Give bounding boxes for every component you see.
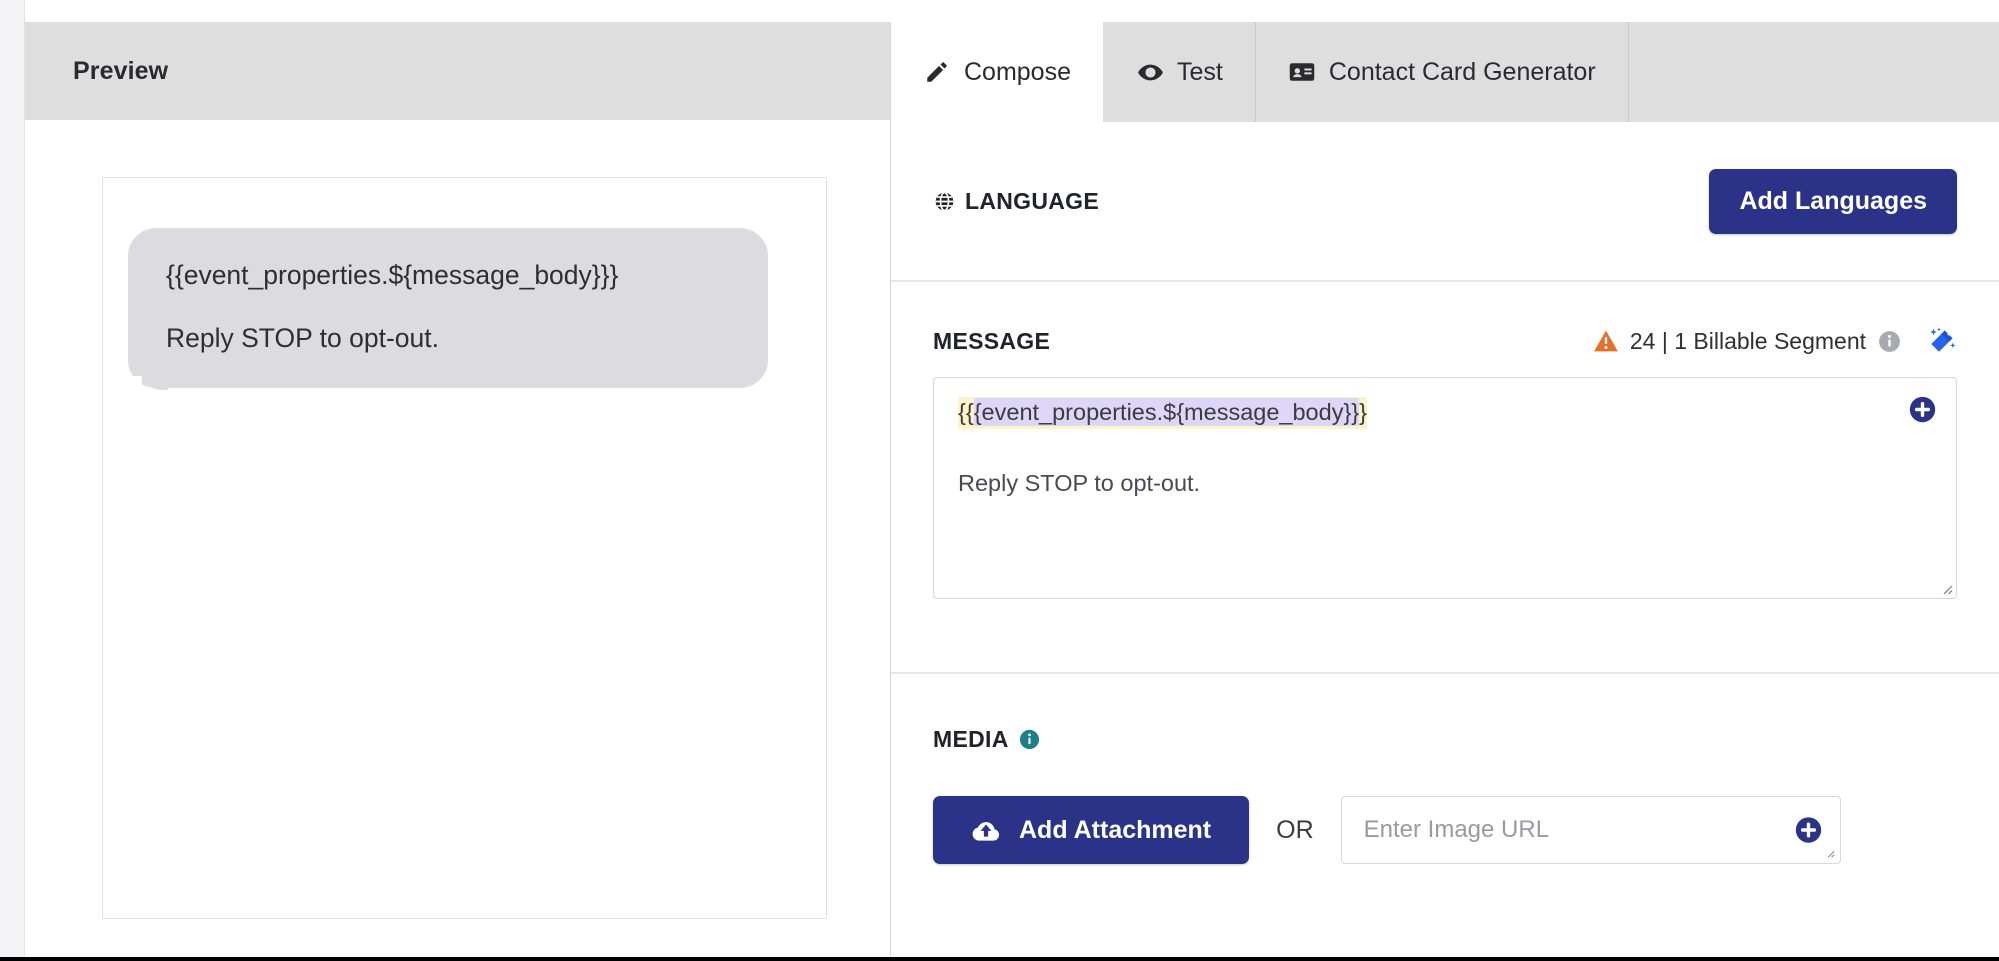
url-field-resize-handle[interactable]: [1822, 845, 1838, 861]
tab-compose[interactable]: Compose: [891, 22, 1104, 122]
or-separator-label: OR: [1276, 816, 1314, 845]
token-prefix: {{: [958, 399, 974, 425]
language-section: LANGUAGE Add Languages: [891, 122, 1999, 282]
tab-bar-filler: [1629, 22, 1999, 122]
add-languages-button[interactable]: Add Languages: [1709, 169, 1957, 234]
tab-contact-card-generator-label: Contact Card Generator: [1329, 58, 1596, 87]
top-strip: [25, 0, 1999, 22]
preview-message-bubble-wrapper: {{event_properties.${message_body}}} Rep…: [128, 228, 768, 388]
message-meta-group: 24 | 1 Billable Segment: [1593, 326, 1957, 356]
language-label: LANGUAGE: [965, 188, 1099, 215]
message-label: MESSAGE: [933, 328, 1050, 355]
preview-panel: Preview {{event_properties.${message_bod…: [25, 22, 890, 957]
compose-panel: Compose Test: [890, 22, 1999, 957]
language-section-header: LANGUAGE Add Languages: [933, 169, 1957, 234]
globe-icon: [933, 190, 956, 213]
bubble-line-template-variable: {{event_properties.${message_body}}}: [166, 261, 732, 291]
bubble-tail-icon: [128, 376, 168, 402]
message-body-textarea[interactable]: {{{event_properties.${message_body}}} Re…: [933, 377, 1957, 599]
message-section-header: MESSAGE 24 | 1 Billable Segment: [933, 326, 1957, 356]
image-url-input[interactable]: [1362, 815, 1778, 845]
preview-body: {{event_properties.${message_body}}} Rep…: [25, 120, 890, 957]
plus-circle-icon-message[interactable]: [1908, 395, 1937, 424]
upload-cloud-icon: [971, 817, 1001, 843]
add-attachment-button[interactable]: Add Attachment: [933, 796, 1249, 864]
message-section: MESSAGE 24 | 1 Billable Segment: [891, 282, 1999, 674]
media-row: Add Attachment OR: [933, 796, 1957, 864]
language-label-group: LANGUAGE: [933, 188, 1099, 215]
tab-bar: Compose Test: [891, 22, 1999, 122]
token-inner: {event_properties.${message_body}}: [974, 398, 1359, 426]
template-token-highlight: {{{event_properties.${message_body}}}: [958, 397, 1367, 429]
preview-card: {{event_properties.${message_body}}} Rep…: [102, 177, 827, 919]
contact-card-icon: [1288, 58, 1316, 86]
plus-circle-icon-media[interactable]: [1794, 816, 1823, 845]
page-title: Preview: [73, 57, 168, 86]
media-section: MEDIA Add: [891, 674, 1999, 956]
left-gutter: [0, 0, 25, 957]
eye-icon: [1136, 58, 1164, 86]
media-label-group: MEDIA: [933, 726, 1957, 753]
compose-message-screen: Preview {{event_properties.${message_bod…: [0, 0, 1999, 961]
tab-test-label: Test: [1177, 58, 1223, 87]
bubble-line-optout: Reply STOP to opt-out.: [166, 324, 732, 354]
tab-test[interactable]: Test: [1104, 22, 1256, 122]
message-label-group: MESSAGE: [933, 328, 1050, 355]
warning-triangle-icon: [1593, 329, 1619, 353]
token-suffix: }: [1359, 399, 1367, 425]
textarea-resize-handle[interactable]: [1938, 580, 1954, 596]
info-circle-teal-icon[interactable]: [1018, 728, 1041, 751]
billable-segment-text: 24 | 1 Billable Segment: [1630, 328, 1866, 355]
message-body-line2: Reply STOP to opt-out.: [958, 470, 1932, 497]
tab-contact-card-generator[interactable]: Contact Card Generator: [1256, 22, 1629, 122]
preview-header: Preview: [25, 22, 890, 120]
info-circle-icon[interactable]: [1877, 329, 1902, 354]
message-body-line1: {{{event_properties.${message_body}}}: [958, 397, 1932, 429]
tab-compose-label: Compose: [964, 58, 1071, 87]
magic-wand-icon[interactable]: [1927, 326, 1957, 356]
preview-message-bubble: {{event_properties.${message_body}}} Rep…: [128, 228, 768, 388]
add-attachment-label: Add Attachment: [1019, 816, 1211, 845]
media-label: MEDIA: [933, 726, 1009, 753]
image-url-field[interactable]: [1341, 796, 1841, 864]
pencil-icon: [923, 58, 951, 86]
